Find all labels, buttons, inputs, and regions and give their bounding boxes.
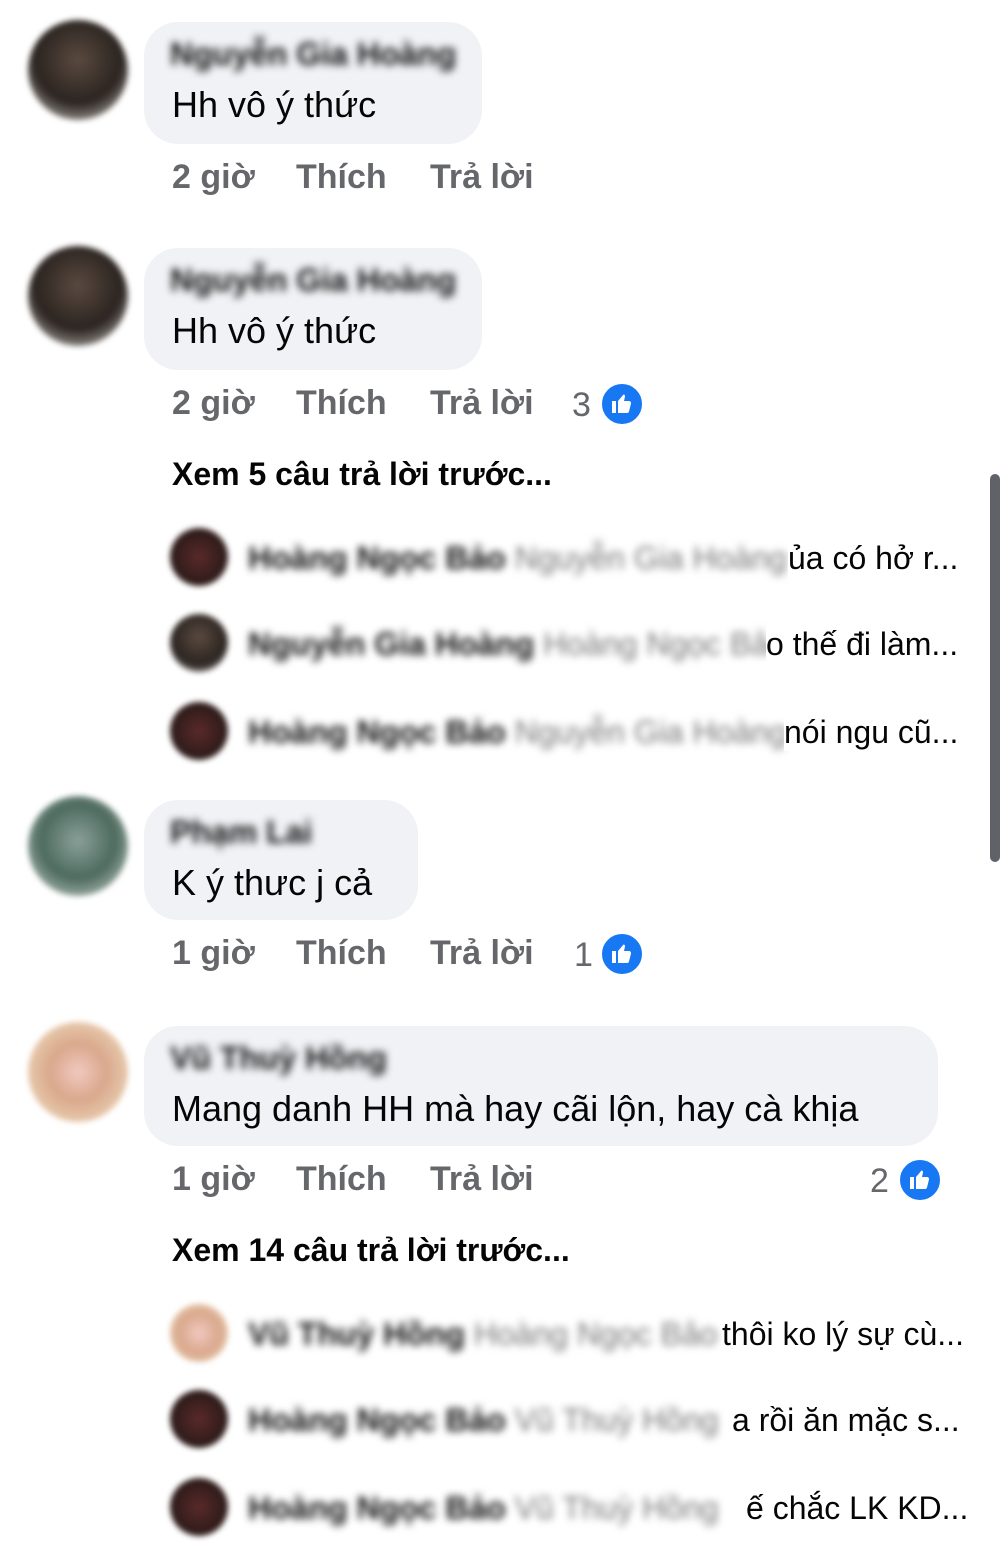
comment-actions: 1 giờ Thích Trả lời — [172, 934, 672, 974]
comment-author[interactable]: Phạm Lai — [170, 814, 312, 851]
comment-bubble: Nguyễn Gia Hoàng Hh vô ý thức — [144, 248, 482, 370]
like-button[interactable]: Thích — [296, 934, 387, 973]
comment-text: K ý thưc j cả — [172, 862, 373, 903]
reply-snippet: ủa có hở r... — [788, 540, 959, 577]
comment-author[interactable]: Nguyễn Gia Hoàng — [170, 262, 456, 299]
avatar[interactable] — [170, 528, 228, 586]
comment-time[interactable]: 2 giờ — [172, 158, 255, 197]
reply-author[interactable]: Hoàng Ngọc Bảo Vũ Thuỳ Hồng — [248, 1402, 719, 1439]
avatar[interactable] — [28, 246, 128, 346]
reaction-count[interactable]: 2 — [870, 1162, 889, 1201]
like-button[interactable]: Thích — [296, 158, 387, 197]
like-button[interactable]: Thích — [296, 384, 387, 423]
thumbs-up-icon — [898, 1158, 942, 1202]
comment-actions: 2 giờ Thích Trả lời — [172, 384, 672, 424]
avatar[interactable] — [170, 1304, 228, 1362]
reaction-count[interactable]: 1 — [574, 936, 593, 975]
comment-text: Hh vô ý thức — [172, 310, 377, 351]
reply-author[interactable]: Nguyễn Gia Hoàng Hoàng Ngọc Bảo — [248, 626, 787, 663]
reply-button[interactable]: Trả lời — [430, 1160, 534, 1199]
comment-bubble: Phạm Lai K ý thưc j cả — [144, 800, 418, 920]
comment-time[interactable]: 1 giờ — [172, 1160, 255, 1199]
reply-row[interactable]: Hoàng Ngọc Bảo Nguyễn Gia Hoàng ủa có hở… — [170, 528, 970, 588]
reply-row[interactable]: Hoàng Ngọc Bảo Vũ Thuỳ Hồng ế chắc LK KD… — [170, 1478, 970, 1538]
reply-button[interactable]: Trả lời — [430, 384, 534, 423]
reply-row[interactable]: Hoàng Ngọc Bảo Vũ Thuỳ Hồng a rồi ăn mặc… — [170, 1390, 970, 1450]
reply-row[interactable]: Hoàng Ngọc Bảo Nguyễn Gia Hoàng nói ngu … — [170, 702, 970, 762]
comment-author[interactable]: Nguyễn Gia Hoàng — [170, 36, 456, 73]
reply-snippet: o thế đi làm... — [766, 626, 959, 663]
thumbs-up-icon — [600, 932, 644, 976]
scrollbar[interactable] — [990, 474, 1000, 862]
reaction-count[interactable]: 3 — [572, 386, 591, 425]
reply-row[interactable]: Vũ Thuỳ Hồng Hoàng Ngọc Bảo thôi ko lý s… — [170, 1304, 970, 1364]
reply-button[interactable]: Trả lời — [430, 158, 534, 197]
avatar[interactable] — [170, 1390, 228, 1448]
view-more-replies-link[interactable]: Xem 14 câu trả lời trước... — [172, 1232, 570, 1269]
reply-button[interactable]: Trả lời — [430, 934, 534, 973]
comment-bubble: Vũ Thuỳ Hồng Mang danh HH mà hay cãi lộn… — [144, 1026, 938, 1146]
comment-time[interactable]: 2 giờ — [172, 384, 255, 423]
avatar[interactable] — [28, 796, 128, 896]
reply-author[interactable]: Hoàng Ngọc Bảo Vũ Thuỳ Hồng — [248, 1490, 719, 1527]
reply-row[interactable]: Nguyễn Gia Hoàng Hoàng Ngọc Bảo o thế đi… — [170, 614, 970, 674]
reply-snippet: ế chắc LK KD... — [746, 1490, 969, 1527]
reply-author[interactable]: Hoàng Ngọc Bảo Nguyễn Gia Hoàng — [248, 714, 787, 751]
avatar[interactable] — [170, 702, 228, 760]
comment-time[interactable]: 1 giờ — [172, 934, 255, 973]
avatar[interactable] — [170, 1478, 228, 1536]
avatar[interactable] — [28, 1022, 128, 1122]
comment-bubble: Nguyễn Gia Hoàng Hh vô ý thức — [144, 22, 482, 144]
reply-author[interactable]: Vũ Thuỳ Hồng Hoàng Ngọc Bảo — [248, 1316, 717, 1353]
reply-snippet: thôi ko lý sự cù... — [722, 1316, 964, 1353]
reply-author[interactable]: Hoàng Ngọc Bảo Nguyễn Gia Hoàng — [248, 540, 787, 577]
reply-snippet: nói ngu cũ... — [784, 714, 959, 751]
avatar[interactable] — [170, 614, 228, 672]
view-more-replies-link[interactable]: Xem 5 câu trả lời trước... — [172, 456, 552, 493]
comment-actions: 1 giờ Thích Trả lời — [172, 1160, 672, 1200]
comment-author[interactable]: Vũ Thuỳ Hồng — [170, 1040, 387, 1077]
thumbs-up-icon — [600, 382, 644, 426]
comment-text: Mang danh HH mà hay cãi lộn, hay cà khịa — [172, 1088, 859, 1129]
like-button[interactable]: Thích — [296, 1160, 387, 1199]
comment-actions: 2 giờ Thích Trả lời — [172, 158, 672, 198]
reply-snippet: a rồi ăn mặc s... — [732, 1402, 960, 1439]
comment-text: Hh vô ý thức — [172, 84, 377, 125]
avatar[interactable] — [28, 20, 128, 120]
